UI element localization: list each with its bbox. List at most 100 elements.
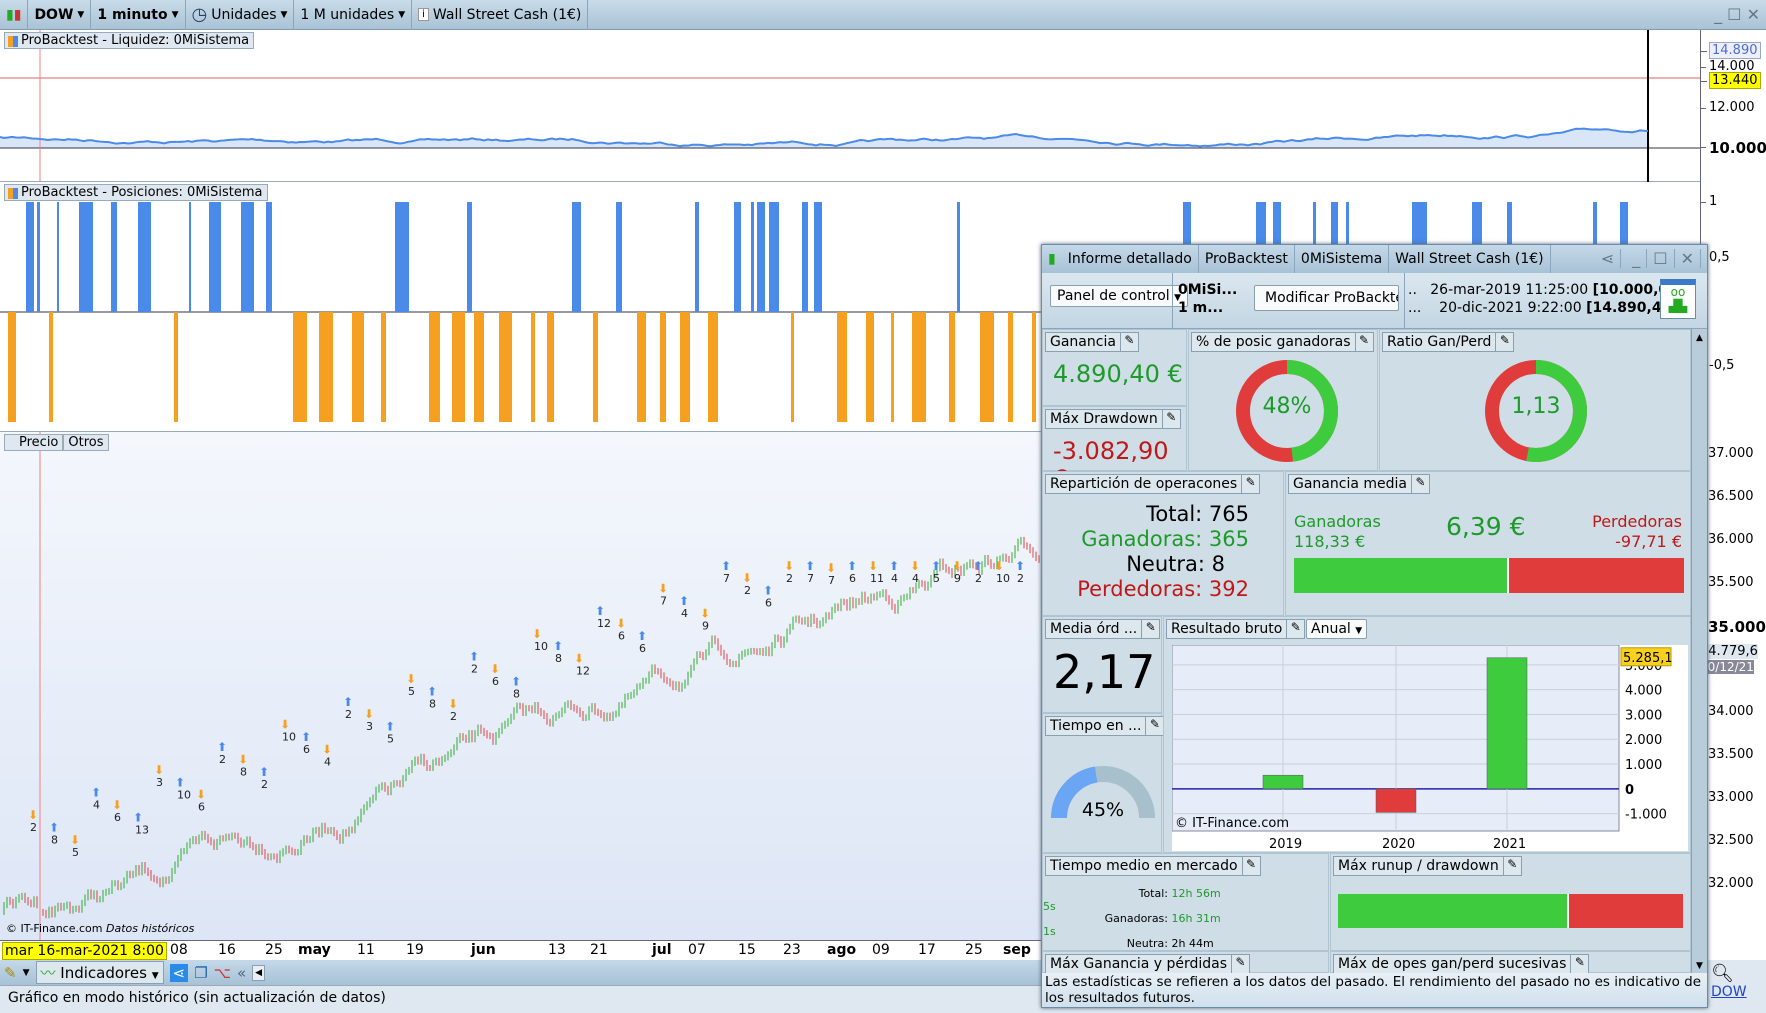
resultado-bruto-card: Resultado bruto ✎ Anual ▼ -1.000 0 1.000 2.0…: [1163, 616, 1691, 853]
short-position-bar: [1008, 312, 1013, 422]
detailed-report-window[interactable]: ▮ Informe detallado ProBacktest 0MiSiste…: [1041, 244, 1708, 1008]
tab-precio[interactable]: Precio: [4, 434, 64, 451]
ganancia-value: 4.890,40 €: [1053, 360, 1183, 388]
axis-tick: 35.000: [1699, 618, 1766, 636]
windows-icon[interactable]: ❐: [194, 964, 207, 982]
indicators-button[interactable]: 〰 Indicadores ▼: [35, 961, 164, 984]
ratio-card: Ratio Gan/Perd ✎ 1,13: [1379, 329, 1691, 471]
wrench-icon[interactable]: ✎: [1161, 410, 1180, 428]
y-tick-label: -1.000: [1625, 808, 1667, 823]
short-position-bar: [474, 312, 484, 422]
trade-label: 2: [261, 778, 268, 791]
report-settings-icon[interactable]: oo ▟▙: [1660, 279, 1696, 319]
panel-select[interactable]: Panel de control ▼: [1050, 285, 1189, 307]
units-mode-select[interactable]: ◷ Unidades ▼: [186, 0, 295, 30]
report-scrollbar[interactable]: ▲ ▼: [1691, 329, 1707, 973]
minimize-icon[interactable]: _: [1714, 5, 1722, 24]
close-icon[interactable]: ✕: [1674, 249, 1701, 268]
y-tick-label: 1.000: [1625, 758, 1662, 773]
report-tab[interactable]: Wall Street Cash (1€): [1389, 245, 1551, 273]
trade-label: 9: [954, 572, 961, 585]
share-icon[interactable]: ⋖: [1594, 249, 1622, 268]
long-position-bar: [79, 202, 93, 312]
wrench-icon[interactable]: ✎: [1241, 857, 1260, 875]
bottom-toolbar: ✎ ▼ 〰 Indicadores ▼ ⋖ ❐ ⌥ « ◀: [0, 960, 1041, 985]
winning-ops: Ganadoras: 365: [1081, 527, 1249, 551]
zoom-in-icon[interactable]: 🔍︎: [1711, 963, 1734, 984]
wrench-icon[interactable]: ✎: [1354, 333, 1373, 351]
period-select[interactable]: Anual ▼: [1306, 619, 1368, 639]
instrument-info[interactable]: i Wall Street Cash (1€): [412, 0, 589, 30]
wrench-icon[interactable]: ✎: [1141, 620, 1159, 638]
chevron-down-icon[interactable]: ▼: [23, 968, 30, 978]
tab-otros[interactable]: Otros: [63, 434, 109, 451]
axis-tick: 37.000: [1699, 446, 1754, 461]
x-tick-label: 2020: [1382, 837, 1415, 851]
equity-current-value: 14.890: [1701, 42, 1761, 59]
chart-type-button[interactable]: ▮▮: [0, 0, 29, 30]
ganancia-media-card: Ganancia media ✎ Ganadoras 118,33 € 6,39 €…: [1285, 471, 1691, 616]
short-position-bar: [866, 312, 874, 422]
price-current-value: 34.779,6: [1691, 644, 1758, 659]
units-select[interactable]: 1 M unidades ▼: [294, 0, 413, 30]
wrench-icon[interactable]: ✎: [1145, 717, 1163, 735]
wrench-icon[interactable]: ✎: [1286, 620, 1304, 638]
wrench-icon[interactable]: ✎: [1410, 475, 1429, 493]
short-position-bar: [949, 312, 955, 422]
timeframe-select[interactable]: 1 minuto ▼: [91, 0, 186, 30]
wrench-icon[interactable]: ✎: [1231, 955, 1249, 973]
axis-tick: 33.000: [1699, 790, 1754, 805]
max-ops-card: Máx de opes gan/perd sucesivas ✎: [1330, 951, 1691, 974]
disclaimer: Las estadísticas se refieren a los datos…: [1042, 973, 1707, 1007]
time-row: Total: 12h 56m 5s: [1043, 887, 1221, 913]
date-label: jun: [471, 942, 496, 958]
runup-drawdown-bar: [1338, 894, 1683, 928]
losing-ops: Perdedoras: 392: [1077, 577, 1249, 601]
close-icon[interactable]: ✕: [1747, 5, 1760, 24]
sell-arrow-icon: ⬇: [322, 742, 332, 756]
scroll-down-button[interactable]: ▼: [1692, 961, 1707, 971]
price-copyright: © IT-Finance.com Datos históricos: [6, 922, 195, 935]
axis-tick: 1: [1699, 194, 1718, 209]
share-icon[interactable]: ⋖: [169, 963, 189, 982]
dow-link[interactable]: DOW: [1711, 984, 1747, 1000]
max-gan-card: Máx Ganancia y pérdidas ✎: [1042, 951, 1329, 974]
status-bar: Gráfico en modo histórico (sin actualiza…: [0, 985, 1041, 1013]
scroll-left-button[interactable]: ◀: [252, 964, 266, 981]
scroll-up-button[interactable]: ▲: [1692, 329, 1707, 343]
report-tab[interactable]: Informe detallado: [1062, 245, 1199, 273]
sell-arrow-icon: ⬇: [700, 606, 710, 620]
trade-label: 6: [765, 597, 772, 610]
equity-panel[interactable]: ProBacktest - Liquidez: 0MiSistema: [0, 30, 1700, 182]
modify-probacktest-button[interactable]: Modificar ProBacktest: [1254, 285, 1399, 311]
trade-label: 4: [891, 572, 898, 585]
loss-segment: [1569, 894, 1683, 928]
wrench-icon[interactable]: ✎: [1502, 857, 1521, 875]
report-tab[interactable]: ProBacktest: [1199, 245, 1295, 273]
wrench-icon[interactable]: ✎: [1495, 333, 1513, 351]
date-label: 16: [218, 942, 236, 958]
report-title-bar[interactable]: ▮ Informe detallado ProBacktest 0MiSiste…: [1042, 245, 1707, 273]
date-label: 19: [406, 942, 424, 958]
axis-tick: 36.500: [1699, 489, 1754, 504]
maximize-icon[interactable]: ☐: [1647, 249, 1675, 268]
date-label: may: [298, 942, 331, 958]
trade-label: 6: [618, 630, 625, 643]
buy-arrow-icon: ⬆: [49, 821, 59, 835]
wrench-icon[interactable]: ✎: [1570, 955, 1588, 973]
positions-panel-label: ProBacktest - Posiciones: 0MiSistema: [4, 184, 268, 201]
date-label: 15: [738, 942, 756, 958]
sell-arrow-icon: ⬇: [616, 617, 626, 631]
wrench-icon[interactable]: ✎: [1241, 475, 1259, 493]
maximize-icon[interactable]: ☐: [1727, 5, 1741, 24]
symbol-select[interactable]: DOW ▼: [28, 0, 92, 30]
candlestick-icon: ▮: [1048, 251, 1056, 267]
backtest-icon[interactable]: ⌥: [214, 964, 231, 982]
drawing-tools-icon[interactable]: ✎: [4, 964, 17, 982]
report-tab[interactable]: 0MiSistema: [1295, 245, 1390, 273]
wrench-icon[interactable]: ✎: [1119, 333, 1138, 351]
collapse-icon[interactable]: «: [237, 964, 246, 982]
trade-label: 4: [324, 755, 331, 768]
win-pct-card: % de posic ganadoras ✎ 48%: [1188, 329, 1378, 471]
minimize-icon[interactable]: _: [1626, 249, 1648, 268]
